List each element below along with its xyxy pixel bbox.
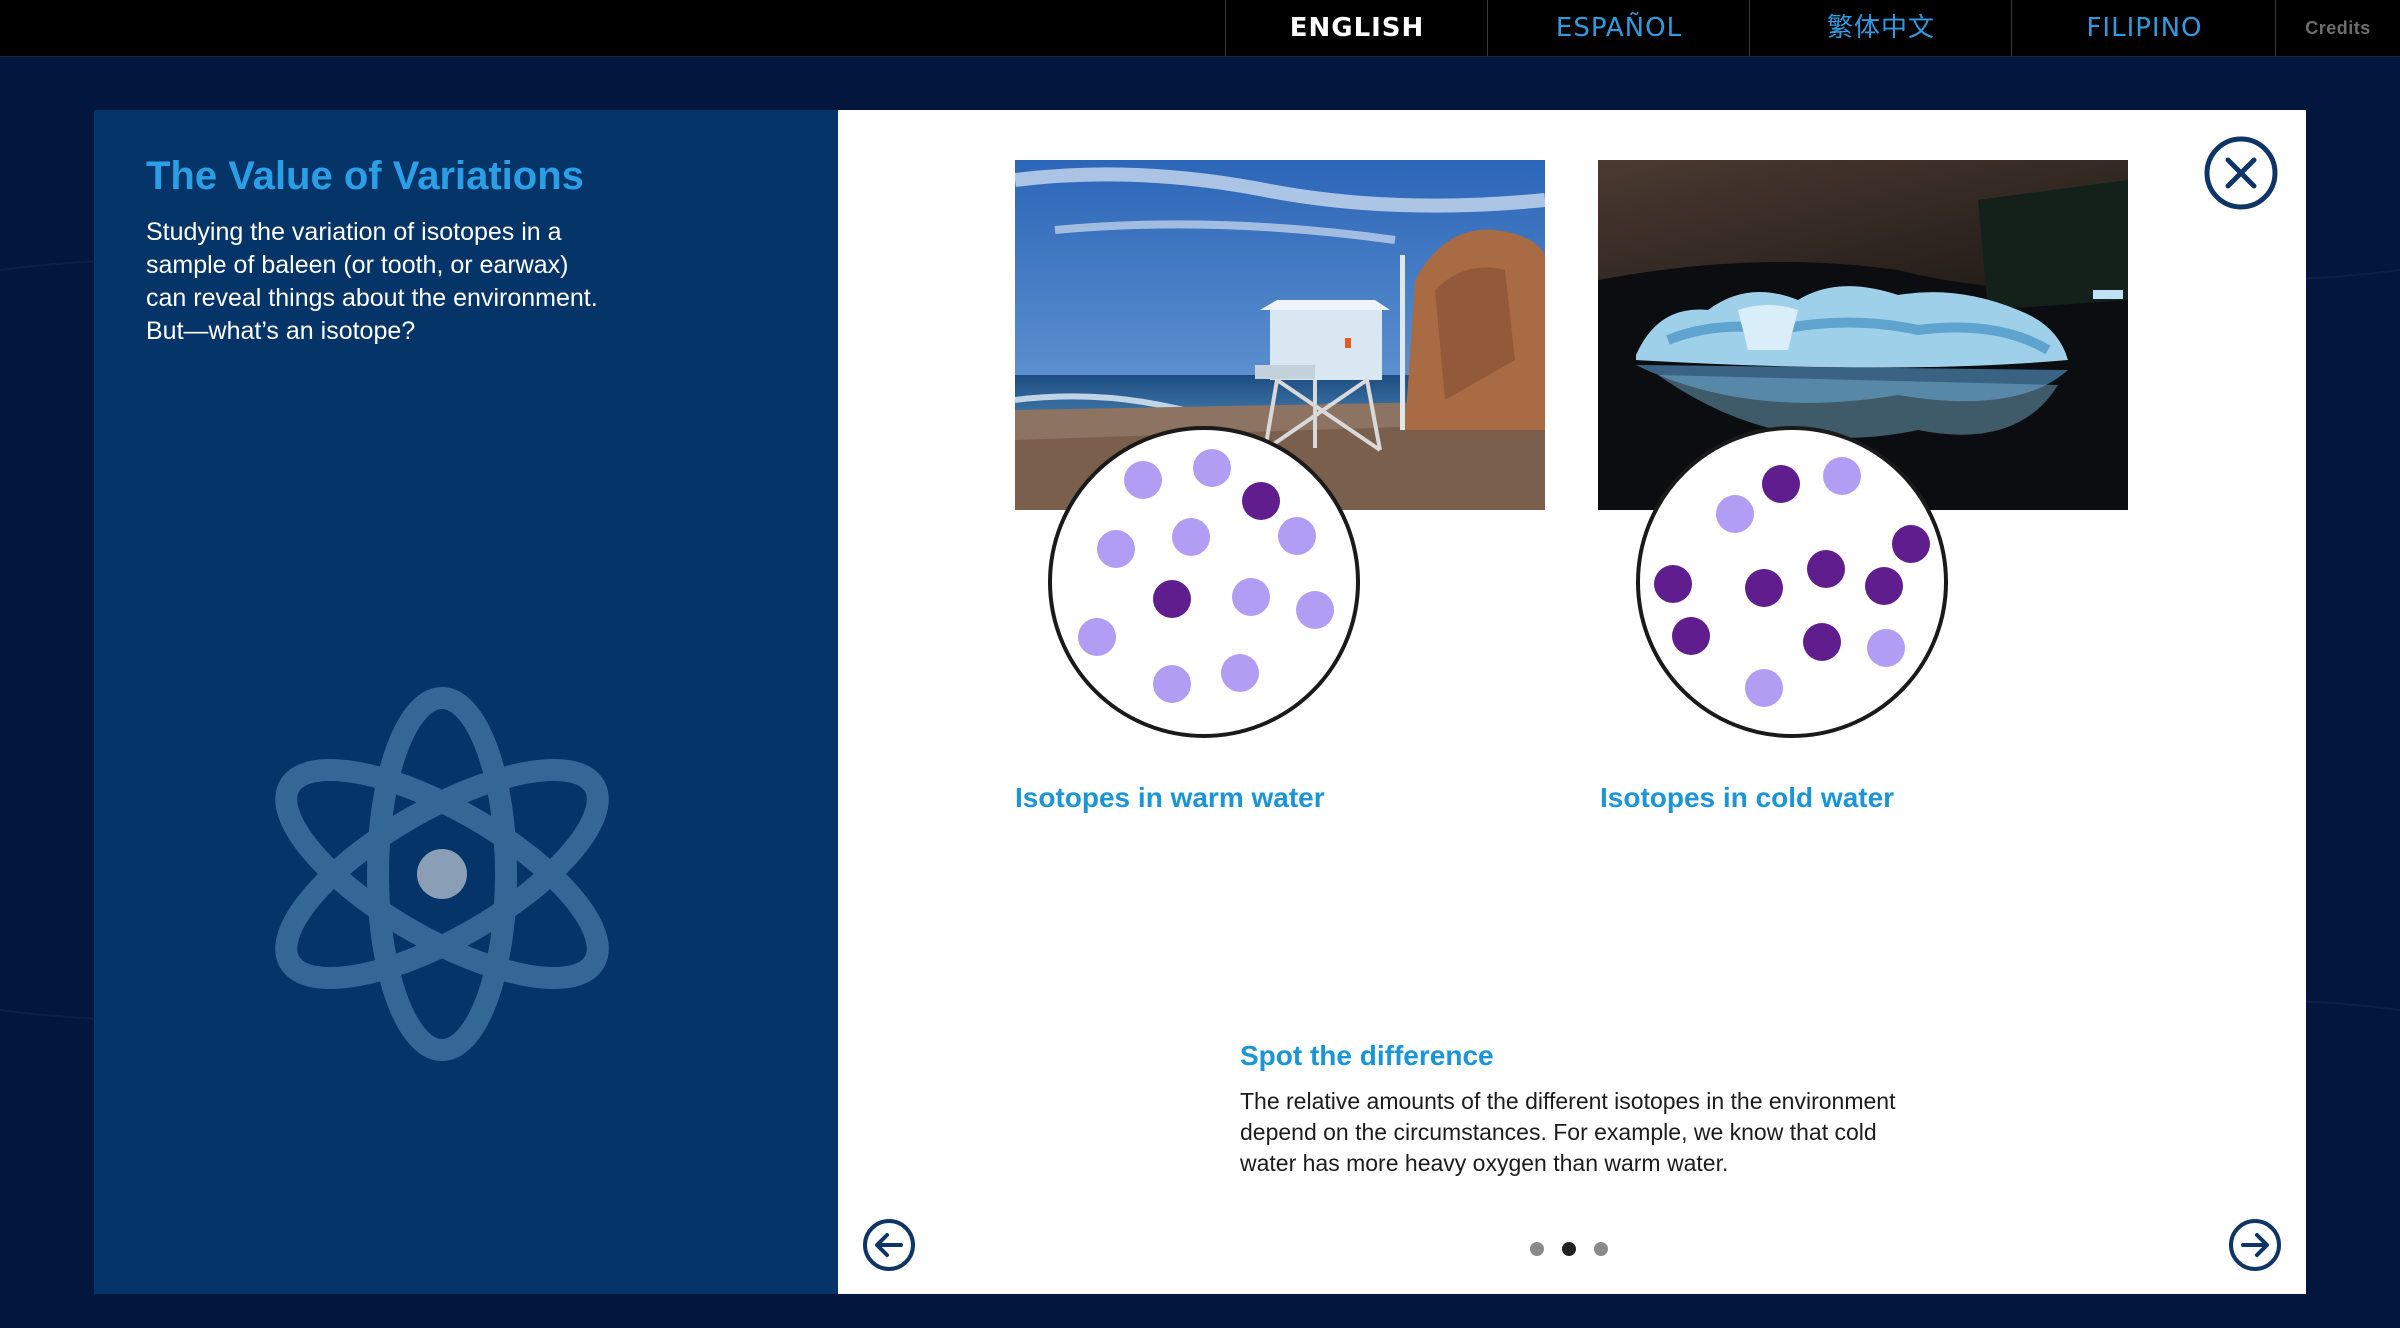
pagination-dot[interactable] <box>1530 1242 1544 1256</box>
pagination-dot[interactable] <box>1594 1242 1608 1256</box>
slide-panel: Isotopes in warm water Isotopes in cold … <box>838 110 2306 1294</box>
light-isotope-dot <box>1716 495 1754 533</box>
heavy-isotope-dot <box>1153 580 1191 618</box>
cold-water-isotope-magnifier <box>1636 426 1948 738</box>
heavy-isotope-dot <box>1762 465 1800 503</box>
difference-heading: Spot the difference <box>1240 1040 1494 1071</box>
heavy-isotope-dot <box>1672 617 1710 655</box>
credits-link[interactable]: Credits <box>2275 0 2400 56</box>
next-arrow-icon[interactable] <box>2228 1218 2282 1272</box>
warm-water-caption: Isotopes in warm water <box>1015 782 1325 813</box>
light-isotope-dot <box>1153 665 1191 703</box>
previous-arrow-icon[interactable] <box>862 1218 916 1272</box>
light-isotope-dot <box>1124 461 1162 499</box>
language-filipino-tab[interactable]: FILIPINO <box>2011 0 2277 56</box>
pagination-dots <box>1530 1242 1620 1258</box>
close-icon[interactable] <box>2204 136 2278 210</box>
light-isotope-dot <box>1823 457 1861 495</box>
heavy-isotope-dot <box>1242 482 1280 520</box>
heavy-isotope-dot <box>1892 525 1930 563</box>
language-spanish-tab[interactable]: ESPAÑOL <box>1487 0 1750 56</box>
heavy-isotope-dot <box>1803 623 1841 661</box>
panel-title: The Value of Variations <box>146 154 584 198</box>
language-chinese-tab[interactable]: 繁体中文 <box>1749 0 2012 56</box>
pagination-dot[interactable] <box>1562 1242 1576 1256</box>
light-isotope-dot <box>1745 669 1783 707</box>
language-bar: ENGLISH ESPAÑOL 繁体中文 FILIPINO Credits <box>0 0 2400 57</box>
info-panel: The Value of Variations Studying the var… <box>94 110 838 1294</box>
light-isotope-dot <box>1078 618 1116 656</box>
heavy-isotope-dot <box>1865 567 1903 605</box>
difference-description: The relative amounts of the different is… <box>1240 1088 1896 1176</box>
light-isotope-dot <box>1278 517 1316 555</box>
light-isotope-dot <box>1172 518 1210 556</box>
panel-description: Studying the variation of isotopes in a … <box>146 218 598 345</box>
light-isotope-dot <box>1867 629 1905 667</box>
heavy-isotope-dot <box>1654 565 1692 603</box>
light-isotope-dot <box>1193 449 1231 487</box>
heavy-isotope-dot <box>1745 569 1783 607</box>
heavy-isotope-dot <box>1807 550 1845 588</box>
language-english-tab[interactable]: ENGLISH <box>1225 0 1488 56</box>
light-isotope-dot <box>1232 578 1270 616</box>
atom-icon <box>275 687 609 1061</box>
warm-water-isotope-magnifier <box>1048 426 1360 738</box>
light-isotope-dot <box>1221 654 1259 692</box>
light-isotope-dot <box>1296 591 1334 629</box>
light-isotope-dot <box>1097 530 1135 568</box>
cold-water-caption: Isotopes in cold water <box>1600 782 1895 813</box>
